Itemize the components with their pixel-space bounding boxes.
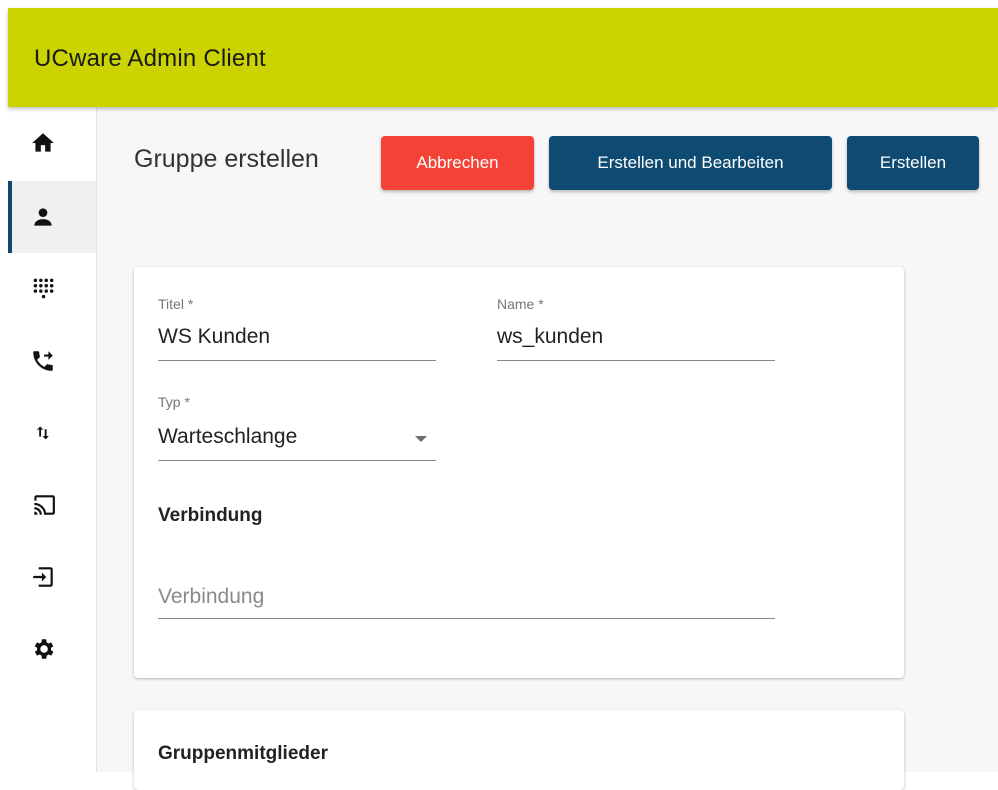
nav-swap[interactable] [8, 397, 96, 469]
chevron-down-icon[interactable] [415, 436, 427, 442]
create-button[interactable]: Erstellen [847, 136, 979, 190]
group-members-card: Gruppenmitglieder [134, 710, 904, 790]
verbindung-underline [158, 618, 775, 619]
group-form-card: Titel * WS Kunden Name * ws_kunden Typ *… [134, 267, 904, 678]
group-members-title: Gruppenmitglieder [158, 743, 328, 764]
titel-input[interactable]: WS Kunden [158, 325, 270, 349]
create-and-edit-button[interactable]: Erstellen und Bearbeiten [549, 136, 832, 190]
main-content: Gruppe erstellen Abbrechen Erstellen und… [97, 107, 998, 790]
home-icon [32, 133, 54, 152]
nav-login[interactable] [8, 541, 96, 613]
nav-home[interactable] [8, 107, 96, 179]
verbindung-input[interactable]: Verbindung [158, 585, 264, 609]
nav-settings[interactable] [8, 613, 96, 685]
cast-icon [34, 495, 55, 515]
typ-underline [158, 460, 436, 461]
login-icon [33, 567, 53, 587]
verbindung-section-title: Verbindung [158, 505, 263, 526]
gear-icon [34, 639, 54, 659]
phone-forward-icon [33, 351, 53, 371]
page-title: Gruppe erstellen [134, 145, 319, 173]
nav-call-forward[interactable] [8, 325, 96, 397]
dialpad-icon [33, 278, 54, 299]
name-underline [497, 360, 775, 361]
app-header: UCware Admin Client [8, 8, 998, 107]
nav-users[interactable] [8, 181, 96, 253]
nav-dialpad[interactable] [8, 253, 96, 325]
titel-label: Titel * [158, 296, 194, 312]
sidebar [8, 107, 97, 772]
person-icon [34, 208, 52, 226]
nav-cast[interactable] [8, 469, 96, 541]
titel-underline [158, 360, 436, 361]
cancel-button[interactable]: Abbrechen [381, 136, 534, 190]
typ-select[interactable]: Warteschlange [158, 425, 297, 449]
swap-vert-icon [36, 426, 49, 440]
typ-label: Typ * [158, 394, 190, 410]
app-title: UCware Admin Client [34, 45, 266, 72]
name-input[interactable]: ws_kunden [497, 325, 603, 349]
name-label: Name * [497, 296, 544, 312]
